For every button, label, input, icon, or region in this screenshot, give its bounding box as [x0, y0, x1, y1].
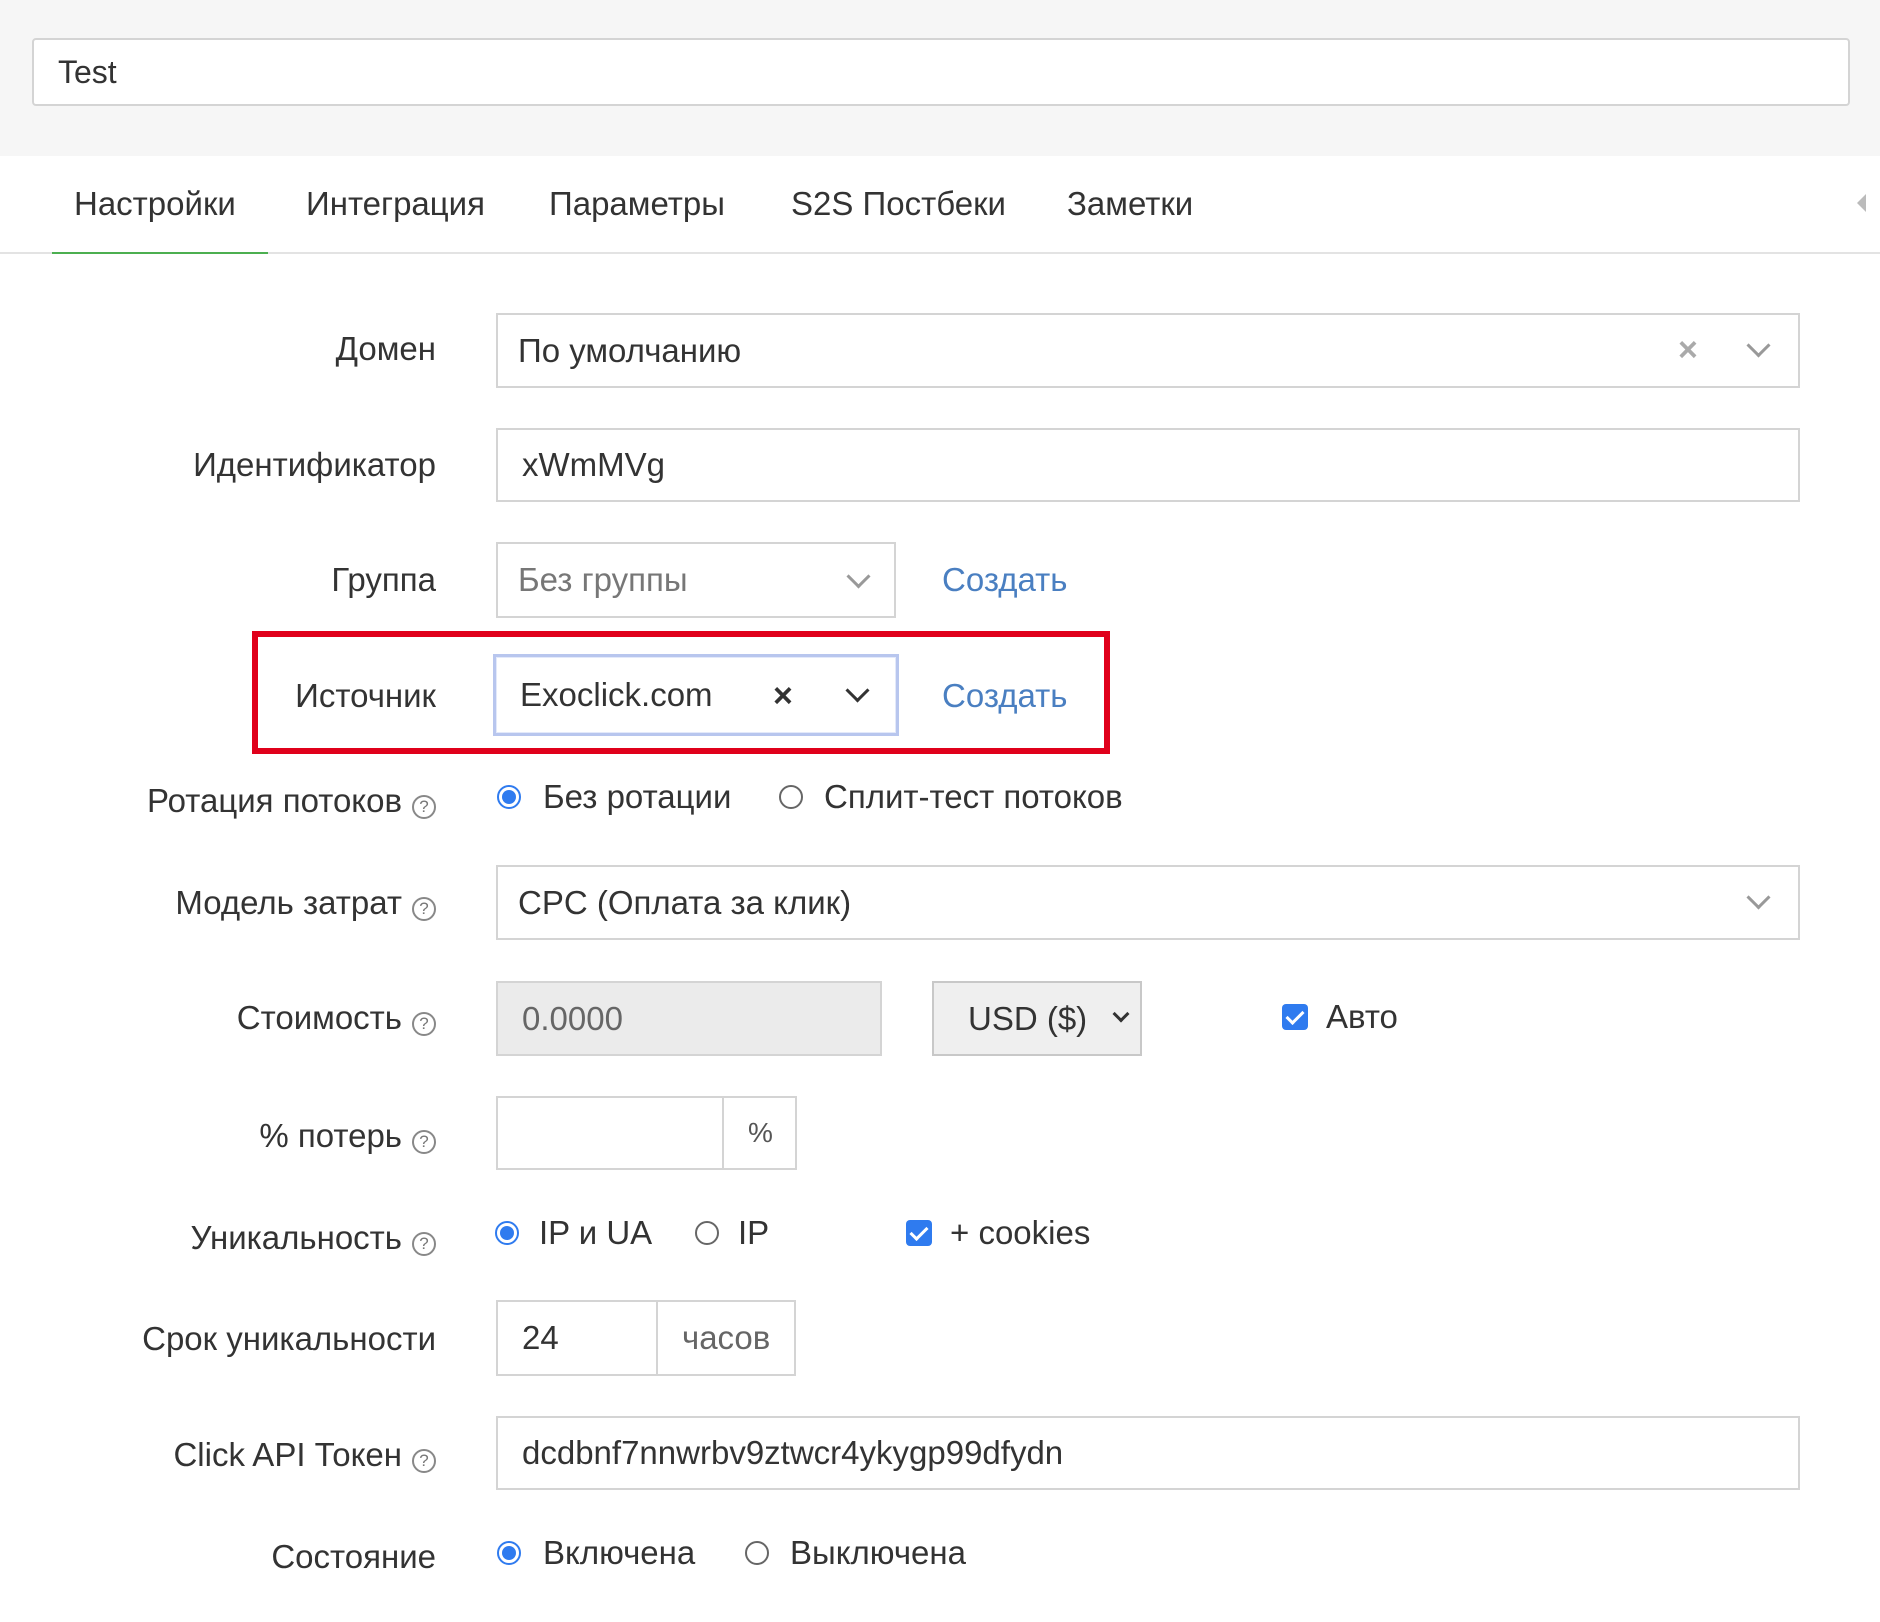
source-clear-icon[interactable]: × [773, 679, 793, 713]
help-icon[interactable]: ? [412, 1012, 436, 1036]
currency-value: USD ($) [968, 999, 1088, 1037]
loss-label-text: % потерь [259, 1117, 402, 1154]
state-label: Состояние [271, 1538, 436, 1575]
click-api-token-input[interactable]: dcdbnf7nnwrbv9ztwcr4ykygp99dfydn [496, 1416, 1800, 1490]
help-icon[interactable]: ? [412, 795, 436, 819]
group-value: Без группы [518, 561, 688, 598]
group-select[interactable]: Без группы [496, 542, 896, 618]
cost-value: 0.0000 [522, 999, 623, 1037]
cost-model-value: CPC (Оплата за клик) [518, 883, 852, 921]
rotation-label: Ротация потоков? [147, 782, 436, 820]
hours-addon: часов [656, 1300, 796, 1376]
uniqueness-label: Уникальность? [190, 1219, 436, 1257]
identifier-label: Идентификатор [193, 446, 436, 483]
rotation-none-label[interactable]: Без ротации [543, 778, 731, 816]
state-enabled-label[interactable]: Включена [543, 1534, 695, 1572]
uniqueness-ip-ua-label[interactable]: IP и UA [539, 1214, 652, 1252]
cookies-label[interactable]: + cookies [950, 1214, 1090, 1252]
chevron-down-icon[interactable] [846, 564, 871, 589]
campaign-name-input[interactable] [32, 38, 1850, 106]
rotation-split-radio[interactable] [779, 785, 803, 809]
cost-label-text: Стоимость [236, 999, 402, 1036]
tab-parameters[interactable]: Параметры [517, 156, 757, 252]
help-icon[interactable]: ? [412, 1130, 436, 1154]
tab-bar: Настройки Интеграция Параметры S2S Постб… [0, 156, 1880, 254]
currency-select[interactable]: USD ($) [932, 981, 1142, 1056]
cost-model-label-text: Модель затрат [175, 884, 402, 921]
uniqueness-ip-ua-radio[interactable] [495, 1221, 519, 1245]
uniqueness-label-text: Уникальность [190, 1219, 403, 1256]
tab-settings[interactable]: Настройки [42, 156, 268, 254]
click-api-token-value: dcdbnf7nnwrbv9ztwcr4ykygp99dfydn [522, 1434, 1064, 1471]
tab-s2s-postbacks[interactable]: S2S Постбеки [759, 156, 1038, 252]
uniqueness-period-label: Срок уникальности [142, 1320, 436, 1357]
chevron-down-icon[interactable] [845, 678, 870, 703]
uniqueness-ip-radio[interactable] [695, 1221, 719, 1245]
hours-addon-text: часов [682, 1319, 771, 1356]
domain-clear-icon[interactable]: × [1678, 333, 1698, 367]
chevron-down-icon[interactable] [1746, 885, 1771, 910]
chevron-down-icon[interactable] [1746, 333, 1771, 358]
tab-notes[interactable]: Заметки [1035, 156, 1225, 252]
group-label: Группа [331, 561, 436, 598]
domain-label: Домен [335, 330, 436, 367]
loss-addon-text: % [748, 1117, 773, 1148]
source-select[interactable]: Exoclick.com × [493, 654, 899, 736]
chevron-down-icon[interactable] [1112, 1005, 1130, 1023]
cost-model-select[interactable]: CPC (Оплата за клик) [496, 865, 1800, 940]
source-value: Exoclick.com [520, 676, 713, 713]
identifier-value: xWmMVg [522, 446, 665, 483]
state-enabled-radio[interactable] [497, 1541, 521, 1565]
uniqueness-period-value: 24 [522, 1319, 559, 1356]
state-disabled-label[interactable]: Выключена [790, 1534, 966, 1572]
loss-percent-addon: % [722, 1096, 797, 1170]
help-icon[interactable]: ? [412, 1449, 436, 1473]
create-source-link[interactable]: Создать [942, 677, 1067, 715]
source-label: Источник [295, 677, 436, 714]
cost-input[interactable]: 0.0000 [496, 981, 882, 1056]
uniqueness-ip-label[interactable]: IP [738, 1214, 769, 1252]
header-bar [0, 0, 1880, 156]
auto-label[interactable]: Авто [1326, 998, 1398, 1036]
help-icon[interactable]: ? [412, 897, 436, 921]
click-api-token-label-text: Click API Токен [173, 1436, 402, 1473]
domain-select[interactable]: По умолчанию × [496, 313, 1800, 388]
help-icon[interactable]: ? [412, 1232, 436, 1256]
tabs-scroll-left-icon[interactable] [1857, 194, 1866, 212]
rotation-split-label[interactable]: Сплит-тест потоков [824, 778, 1123, 816]
state-disabled-radio[interactable] [745, 1541, 769, 1565]
auto-checkbox[interactable] [1282, 1004, 1308, 1030]
rotation-label-text: Ротация потоков [147, 782, 402, 819]
rotation-none-radio[interactable] [497, 785, 521, 809]
domain-value: По умолчанию [518, 331, 742, 369]
create-group-link[interactable]: Создать [942, 561, 1067, 599]
cost-model-label: Модель затрат? [175, 884, 436, 922]
cost-label: Стоимость? [237, 999, 436, 1037]
click-api-token-label: Click API Токен? [173, 1436, 436, 1474]
identifier-input[interactable]: xWmMVg [496, 428, 1800, 502]
tab-integration[interactable]: Интеграция [274, 156, 517, 252]
loss-label: % потерь? [259, 1117, 436, 1155]
cookies-checkbox[interactable] [906, 1220, 932, 1246]
